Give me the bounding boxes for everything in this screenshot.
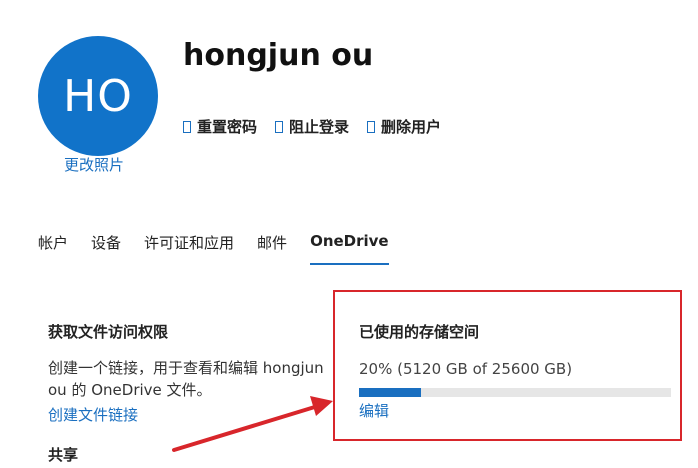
- annotation-arrow: [172, 396, 333, 452]
